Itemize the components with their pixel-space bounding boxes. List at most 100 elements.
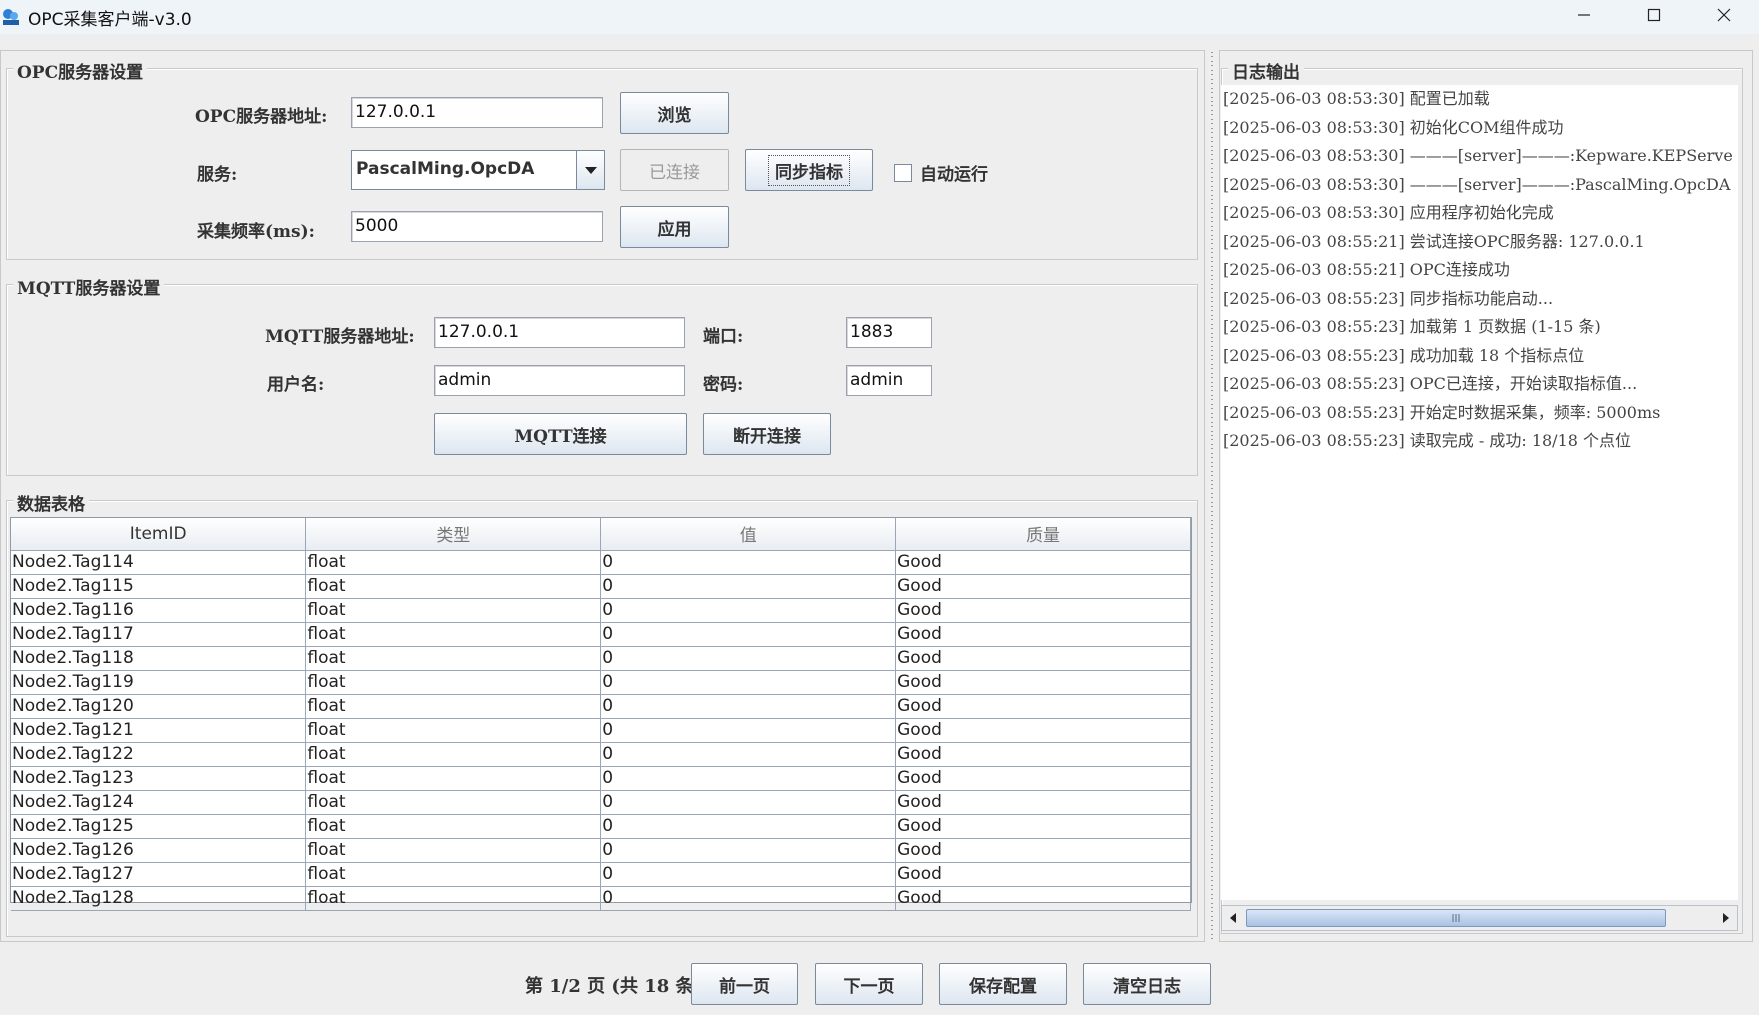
table-row[interactable]: Node2.Tag128 float 0 Good [11,886,1191,911]
mqtt-address-input[interactable]: 127.0.0.1 [434,317,685,348]
password-input[interactable]: admin [846,365,932,396]
log-textarea[interactable]: [2025-06-03 08:53:30] 配置已加载 [2025-06-03 0… [1221,85,1738,900]
cell-type[interactable]: float [305,814,602,839]
apply-button[interactable]: 应用 [620,206,729,248]
browse-button[interactable]: 浏览 [620,92,729,134]
scroll-track[interactable] [1244,908,1715,928]
cell-itemid[interactable]: Node2.Tag127 [11,862,307,887]
scroll-left-button[interactable] [1222,907,1244,929]
cell-value[interactable]: 0 [600,766,897,791]
cell-value[interactable]: 0 [600,550,897,575]
connected-button[interactable]: 已连接 [620,149,729,191]
service-select[interactable]: PascalMing.OpcDA [351,150,605,190]
service-dropdown-arrow[interactable] [576,151,604,189]
cell-itemid[interactable]: Node2.Tag126 [11,838,307,863]
username-input[interactable]: admin [434,365,685,396]
table-row[interactable]: Node2.Tag126 float 0 Good [11,838,1191,863]
cell-quality[interactable]: Good [895,790,1191,815]
cell-itemid[interactable]: Node2.Tag118 [11,646,307,671]
cell-type[interactable]: float [305,838,602,863]
log-horizontal-scrollbar[interactable] [1221,905,1738,931]
interval-input[interactable]: 5000 [351,211,603,242]
cell-quality[interactable]: Good [895,646,1191,671]
cell-itemid[interactable]: Node2.Tag123 [11,766,307,791]
maximize-button[interactable] [1619,0,1689,30]
cell-value[interactable]: 0 [600,598,897,623]
cell-itemid[interactable]: Node2.Tag119 [11,670,307,695]
cell-type[interactable]: float [305,694,602,719]
cell-type[interactable]: float [305,622,602,647]
cell-itemid[interactable]: Node2.Tag120 [11,694,307,719]
table-row[interactable]: Node2.Tag125 float 0 Good [11,814,1191,839]
data-table[interactable]: ItemID 类型 值 质量 Node2.Tag114 float 0 Good Nod… [10,517,1192,911]
cell-value[interactable]: 0 [600,838,897,863]
mqtt-connect-button[interactable]: MQTT连接 [434,413,687,455]
table-row[interactable]: Node2.Tag117 float 0 Good [11,622,1191,647]
close-button[interactable] [1689,0,1759,30]
prev-page-button[interactable]: 前一页 [691,963,798,1005]
clear-log-button[interactable]: 清空日志 [1083,963,1211,1005]
cell-type[interactable]: float [305,670,602,695]
cell-itemid[interactable]: Node2.Tag121 [11,718,307,743]
cell-itemid[interactable]: Node2.Tag116 [11,598,307,623]
cell-quality[interactable]: Good [895,742,1191,767]
cell-type[interactable]: float [305,646,602,671]
cell-value[interactable]: 0 [600,742,897,767]
save-config-button[interactable]: 保存配置 [939,963,1067,1005]
cell-quality[interactable]: Good [895,622,1191,647]
table-row[interactable]: Node2.Tag115 float 0 Good [11,574,1191,599]
table-row[interactable]: Node2.Tag122 float 0 Good [11,742,1191,767]
cell-value[interactable]: 0 [600,790,897,815]
cell-type[interactable]: float [305,862,602,887]
cell-itemid[interactable]: Node2.Tag122 [11,742,307,767]
split-pane-divider[interactable] [1207,50,1217,942]
cell-itemid[interactable]: Node2.Tag115 [11,574,307,599]
cell-quality[interactable]: Good [895,886,1191,911]
next-page-button[interactable]: 下一页 [815,963,923,1005]
cell-type[interactable]: float [305,886,602,911]
table-row[interactable]: Node2.Tag127 float 0 Good [11,862,1191,887]
cell-quality[interactable]: Good [895,838,1191,863]
cell-quality[interactable]: Good [895,550,1191,575]
scroll-right-button[interactable] [1715,907,1737,929]
auto-run-checkbox-box[interactable] [894,163,912,182]
table-row[interactable]: Node2.Tag124 float 0 Good [11,790,1191,815]
table-row[interactable]: Node2.Tag114 float 0 Good [11,550,1191,575]
cell-value[interactable]: 0 [600,886,897,911]
cell-quality[interactable]: Good [895,574,1191,599]
cell-quality[interactable]: Good [895,694,1191,719]
cell-itemid[interactable]: Node2.Tag114 [11,550,307,575]
cell-value[interactable]: 0 [600,670,897,695]
cell-itemid[interactable]: Node2.Tag117 [11,622,307,647]
cell-quality[interactable]: Good [895,862,1191,887]
table-row[interactable]: Node2.Tag119 float 0 Good [11,670,1191,695]
cell-quality[interactable]: Good [895,598,1191,623]
column-header-itemid[interactable]: ItemID [11,518,307,551]
table-row[interactable]: Node2.Tag116 float 0 Good [11,598,1191,623]
minimize-button[interactable] [1549,0,1619,30]
cell-itemid[interactable]: Node2.Tag124 [11,790,307,815]
table-row[interactable]: Node2.Tag120 float 0 Good [11,694,1191,719]
disconnect-button[interactable]: 断开连接 [703,413,831,455]
cell-value[interactable]: 0 [600,694,897,719]
cell-itemid[interactable]: Node2.Tag128 [11,886,307,911]
column-header-type[interactable]: 类型 [305,518,602,551]
opc-address-input[interactable]: 127.0.0.1 [351,97,603,128]
cell-type[interactable]: float [305,790,602,815]
cell-value[interactable]: 0 [600,718,897,743]
cell-value[interactable]: 0 [600,646,897,671]
cell-type[interactable]: float [305,574,602,599]
cell-value[interactable]: 0 [600,862,897,887]
cell-type[interactable]: float [305,598,602,623]
cell-type[interactable]: float [305,718,602,743]
cell-value[interactable]: 0 [600,622,897,647]
column-header-quality[interactable]: 质量 [895,518,1191,551]
cell-quality[interactable]: Good [895,766,1191,791]
auto-run-checkbox[interactable]: 自动运行 [894,160,988,185]
cell-quality[interactable]: Good [895,718,1191,743]
scroll-thumb[interactable] [1246,909,1666,927]
table-row[interactable]: Node2.Tag121 float 0 Good [11,718,1191,743]
sync-metrics-button[interactable]: 同步指标 [745,149,873,191]
cell-itemid[interactable]: Node2.Tag125 [11,814,307,839]
table-row[interactable]: Node2.Tag118 float 0 Good [11,646,1191,671]
